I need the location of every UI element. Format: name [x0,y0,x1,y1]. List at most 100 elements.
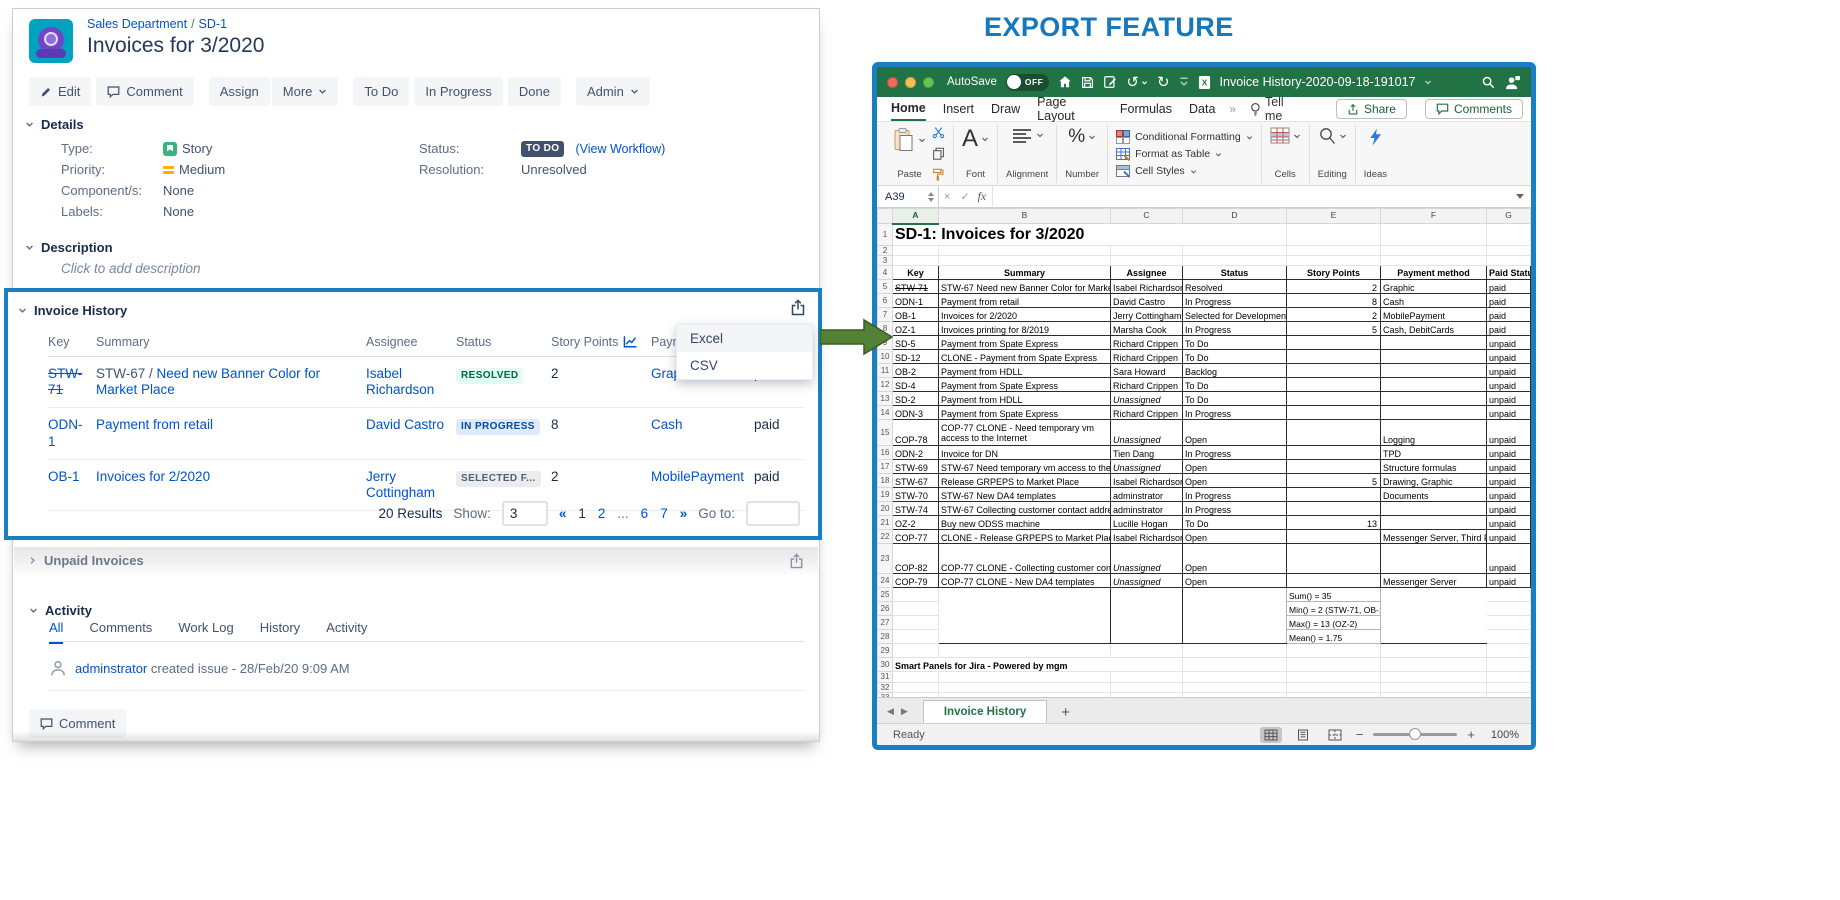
row-header-12[interactable]: 12 [878,378,893,392]
ideas-group[interactable]: Ideas [1356,125,1395,183]
column-header-A[interactable]: A [893,209,939,224]
row-header-5[interactable]: 5 [878,280,893,294]
data-cell[interactable]: Open [1183,420,1287,446]
data-cell[interactable]: unpaid [1487,350,1531,364]
data-cell[interactable]: COP-77 CLONE - Need temporary vm access … [939,420,1111,446]
empty-cell[interactable] [1487,256,1531,266]
row-header-18[interactable]: 18 [878,474,893,488]
data-cell[interactable]: Invoice for DN [939,446,1111,460]
project-avatar[interactable] [29,19,73,63]
table-header-cell[interactable]: Summary [939,266,1111,280]
empty-cell[interactable] [1487,682,1531,692]
data-cell[interactable]: Buy new ODSS machine [939,516,1111,530]
data-cell[interactable]: Richard Crippen [1111,378,1183,392]
name-box-spinner[interactable] [928,192,934,202]
data-cell[interactable]: COP-77 CLONE - Collecting customer conta… [939,544,1111,574]
cell-styles-button[interactable]: Cell Styles [1116,164,1253,178]
empty-cell[interactable] [1381,630,1487,644]
data-cell[interactable]: unpaid [1487,516,1531,530]
row-header-14[interactable]: 14 [878,406,893,420]
grid-corner-cell[interactable] [878,209,893,224]
empty-cell[interactable] [1381,602,1487,616]
row-header-3[interactable]: 3 [878,256,893,266]
paste-button[interactable] [893,127,926,152]
spreadsheet-area[interactable]: ABCDEFG1SD-1: Invoices for 3/2020234KeyS… [877,208,1531,697]
alignment-group[interactable]: Alignment [998,125,1057,183]
search-icon[interactable] [1481,75,1495,89]
data-cell[interactable]: 13 [1287,516,1381,530]
summary-link[interactable]: Invoices for 2/2020 [96,469,210,484]
stat-cell[interactable]: Mean() = 1.75 [1287,630,1381,644]
data-cell[interactable]: Messenger Server [1381,574,1487,588]
unpaid-invoices-section[interactable]: Unpaid Invoices [14,547,818,574]
next-sheet-button[interactable]: ▶ [901,706,908,717]
stat-cell[interactable]: Sum() = 35 [1287,588,1381,602]
data-cell[interactable]: Backlog [1183,364,1287,378]
row-header-15[interactable]: 15 [878,420,893,446]
data-cell[interactable]: SD-12 [893,350,939,364]
empty-cell[interactable] [893,644,939,658]
data-cell[interactable]: unpaid [1487,502,1531,516]
empty-cell[interactable] [1381,588,1487,602]
empty-cell[interactable] [1111,682,1183,692]
show-input[interactable] [502,501,548,526]
table-header-cell[interactable]: Paid Status [1487,266,1531,280]
data-cell[interactable]: COP-77 CLONE - New DA4 templates [939,574,1111,588]
data-cell[interactable]: OZ-1 [893,322,939,336]
data-cell[interactable] [1287,406,1381,420]
empty-cell[interactable] [939,616,1111,630]
empty-cell[interactable] [1381,616,1487,630]
empty-cell[interactable] [1381,246,1487,256]
home-icon[interactable] [1058,75,1072,89]
data-cell[interactable]: Isabel Richardson [1111,474,1183,488]
row-header-24[interactable]: 24 [878,574,893,588]
formula-input[interactable] [992,186,1509,207]
empty-cell[interactable] [1111,658,1183,672]
data-cell[interactable]: TPD [1381,446,1487,460]
stat-cell[interactable]: Min() = 2 (STW-71, OB-1) [1287,602,1381,616]
row-header-22[interactable]: 22 [878,530,893,544]
row-header-19[interactable]: 19 [878,488,893,502]
data-cell[interactable]: unpaid [1487,378,1531,392]
empty-cell[interactable] [1487,630,1531,644]
empty-cell[interactable] [893,682,939,692]
page-2[interactable]: 2 [598,506,606,521]
data-cell[interactable]: CLONE - Payment from Spate Express [939,350,1111,364]
data-cell[interactable]: Open [1183,544,1287,574]
data-cell[interactable]: To Do [1183,378,1287,392]
empty-cell[interactable] [1183,224,1287,246]
row-header-30[interactable]: 30 [878,658,893,672]
data-cell[interactable]: Selected for Development [1183,308,1287,322]
edit-document-icon[interactable] [1103,75,1117,89]
data-cell[interactable] [1287,488,1381,502]
redo-button[interactable]: ↻ [1157,75,1170,90]
empty-cell[interactable] [939,672,1111,682]
payment-link[interactable]: MobilePayment [651,469,744,484]
data-cell[interactable]: In Progress [1183,322,1287,336]
data-cell[interactable]: SD-2 [893,392,939,406]
empty-cell[interactable] [1111,644,1183,658]
data-cell[interactable]: Invoices printing for 8/2019 [939,322,1111,336]
data-cell[interactable]: ODN-2 [893,446,939,460]
empty-cell[interactable] [939,682,1111,692]
empty-cell[interactable] [1111,602,1183,616]
empty-cell[interactable] [939,246,1111,256]
data-cell[interactable] [1287,378,1381,392]
row-header-31[interactable]: 31 [878,672,893,682]
assignee-link[interactable]: Jerry Cottingham [366,469,435,500]
data-cell[interactable]: In Progress [1183,446,1287,460]
assignee-link[interactable]: Isabel Richardson [366,366,434,397]
empty-cell[interactable] [1487,602,1531,616]
data-cell[interactable]: Payment from retail [939,294,1111,308]
data-cell[interactable]: adminstrator [1111,488,1183,502]
payment-link[interactable]: Cash [651,417,683,432]
data-cell[interactable]: In Progress [1183,502,1287,516]
data-cell[interactable]: unpaid [1487,392,1531,406]
share-button[interactable]: Share [1336,99,1407,119]
data-cell[interactable] [1381,350,1487,364]
toolbar-done-button[interactable]: Done [508,77,561,106]
column-header-E[interactable]: E [1287,209,1381,224]
empty-cell[interactable] [1487,224,1531,246]
data-cell[interactable]: MobilePayment [1381,308,1487,322]
data-cell[interactable]: unpaid [1487,474,1531,488]
